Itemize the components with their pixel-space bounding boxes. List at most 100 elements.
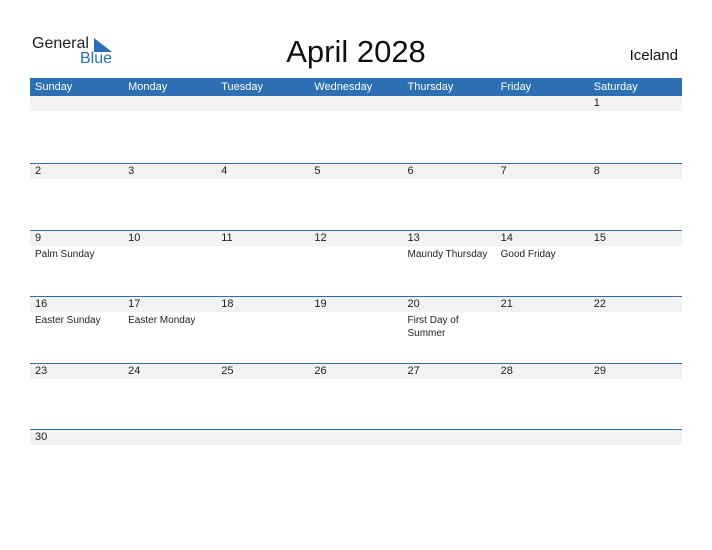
day-number: 13 xyxy=(407,231,420,244)
holiday-label xyxy=(589,111,682,113)
holiday-label xyxy=(403,179,496,181)
holiday-label xyxy=(216,179,309,181)
day-number: 24 xyxy=(128,364,141,377)
holiday-label xyxy=(403,111,496,113)
holiday-label xyxy=(589,312,682,340)
day-number: 2 xyxy=(35,165,42,177)
day-number: 28 xyxy=(500,364,513,377)
holiday-label xyxy=(309,379,402,381)
holiday-label xyxy=(403,379,496,381)
day-number xyxy=(403,430,496,445)
day-number: 25 xyxy=(221,364,234,377)
event-row xyxy=(30,379,682,381)
holiday-label xyxy=(496,312,589,340)
day-number xyxy=(496,430,589,445)
day-number: 8 xyxy=(593,165,600,177)
day-number: 10 xyxy=(128,231,141,244)
holiday-label: Easter Monday xyxy=(128,315,196,326)
holiday-label xyxy=(30,445,123,447)
weekday-thursday: Thursday xyxy=(407,81,454,93)
holiday-label xyxy=(589,379,682,381)
day-number: 17 xyxy=(128,298,141,310)
holiday-label: Palm Sunday xyxy=(35,248,95,260)
event-row: Easter Sunday Easter Monday First Day of S… xyxy=(30,312,682,340)
holiday-label xyxy=(123,179,216,181)
holiday-label xyxy=(309,312,402,340)
day-number xyxy=(309,430,402,445)
day-number xyxy=(309,96,402,111)
day-number-strip: 2 3 4 5 6 7 8 xyxy=(30,164,682,179)
holiday-label xyxy=(30,179,123,181)
weekday-header: Sunday Monday Tuesday Wednesday Thursday… xyxy=(30,78,682,96)
holiday-label xyxy=(309,246,402,261)
day-number: 3 xyxy=(128,165,135,177)
day-number: 15 xyxy=(593,231,606,244)
day-number: 16 xyxy=(35,298,48,310)
day-number: 5 xyxy=(314,165,321,177)
weekday-sunday: Sunday xyxy=(35,81,73,93)
day-number-strip: 23 24 25 26 27 28 29 xyxy=(30,363,682,379)
day-number: 20 xyxy=(407,298,420,310)
page-title: April 2028 xyxy=(286,34,426,69)
day-number-strip: 9 10 11 12 13 14 15 xyxy=(30,230,682,246)
day-number: 23 xyxy=(35,364,48,377)
holiday-label xyxy=(309,179,402,181)
day-number: 9 xyxy=(35,231,42,244)
day-number xyxy=(589,430,682,445)
day-number: 21 xyxy=(500,298,513,310)
day-number: 6 xyxy=(407,165,414,177)
day-number: 7 xyxy=(500,165,507,177)
day-number xyxy=(30,96,123,111)
holiday-label: First Day of Summer xyxy=(407,315,459,339)
weekday-tuesday: Tuesday xyxy=(221,81,264,93)
weekday-monday: Monday xyxy=(128,81,168,93)
holiday-label xyxy=(216,445,309,447)
holiday-label xyxy=(309,111,402,113)
day-number: 1 xyxy=(593,97,600,109)
holiday-label xyxy=(123,445,216,447)
holiday-label xyxy=(496,179,589,181)
day-number xyxy=(403,96,496,111)
holiday-label xyxy=(216,246,309,261)
day-number: 22 xyxy=(593,298,606,310)
day-number xyxy=(123,96,216,111)
event-row: Palm Sunday Maundy Thursday Good Friday xyxy=(30,246,682,261)
holiday-label: Good Friday xyxy=(500,248,556,260)
event-row xyxy=(30,111,682,113)
holiday-label xyxy=(496,379,589,381)
day-number-strip: 16 17 18 19 20 21 22 xyxy=(30,297,682,312)
day-number: 30 xyxy=(35,431,48,443)
day-number-strip: 30 xyxy=(30,430,682,445)
day-number xyxy=(496,96,589,111)
day-number: 14 xyxy=(500,231,513,244)
day-number: 11 xyxy=(221,231,233,244)
day-number: 12 xyxy=(314,231,327,244)
weekday-wednesday: Wednesday xyxy=(314,81,373,93)
event-row xyxy=(30,445,682,447)
holiday-label: Maundy Thursday xyxy=(407,248,488,260)
holiday-label xyxy=(123,111,216,113)
week-row: 23 24 25 26 27 28 29 xyxy=(30,362,682,430)
day-number: 18 xyxy=(221,298,234,310)
holiday-label xyxy=(216,111,309,113)
holiday-label xyxy=(589,445,682,447)
day-number xyxy=(123,430,216,445)
week-row: 1 xyxy=(30,96,682,163)
holiday-label xyxy=(123,246,216,261)
day-number-strip: 1 xyxy=(30,96,682,111)
holiday-label xyxy=(30,111,123,113)
weekday-saturday: Saturday xyxy=(593,81,638,93)
holiday-label xyxy=(216,312,309,340)
holiday-label xyxy=(403,445,496,447)
holiday-label xyxy=(496,111,589,113)
day-number: 4 xyxy=(221,165,228,177)
holiday-label xyxy=(30,379,123,381)
day-number xyxy=(216,430,309,445)
holiday-label xyxy=(589,179,682,181)
week-row: 9 10 11 12 13 14 15 Palm Sunday Maundy Thursday G… xyxy=(30,229,682,297)
day-number: 19 xyxy=(314,298,327,310)
holiday-label xyxy=(123,379,216,381)
holiday-label xyxy=(496,445,589,447)
country-label: Iceland xyxy=(629,47,678,64)
day-number xyxy=(216,96,309,111)
